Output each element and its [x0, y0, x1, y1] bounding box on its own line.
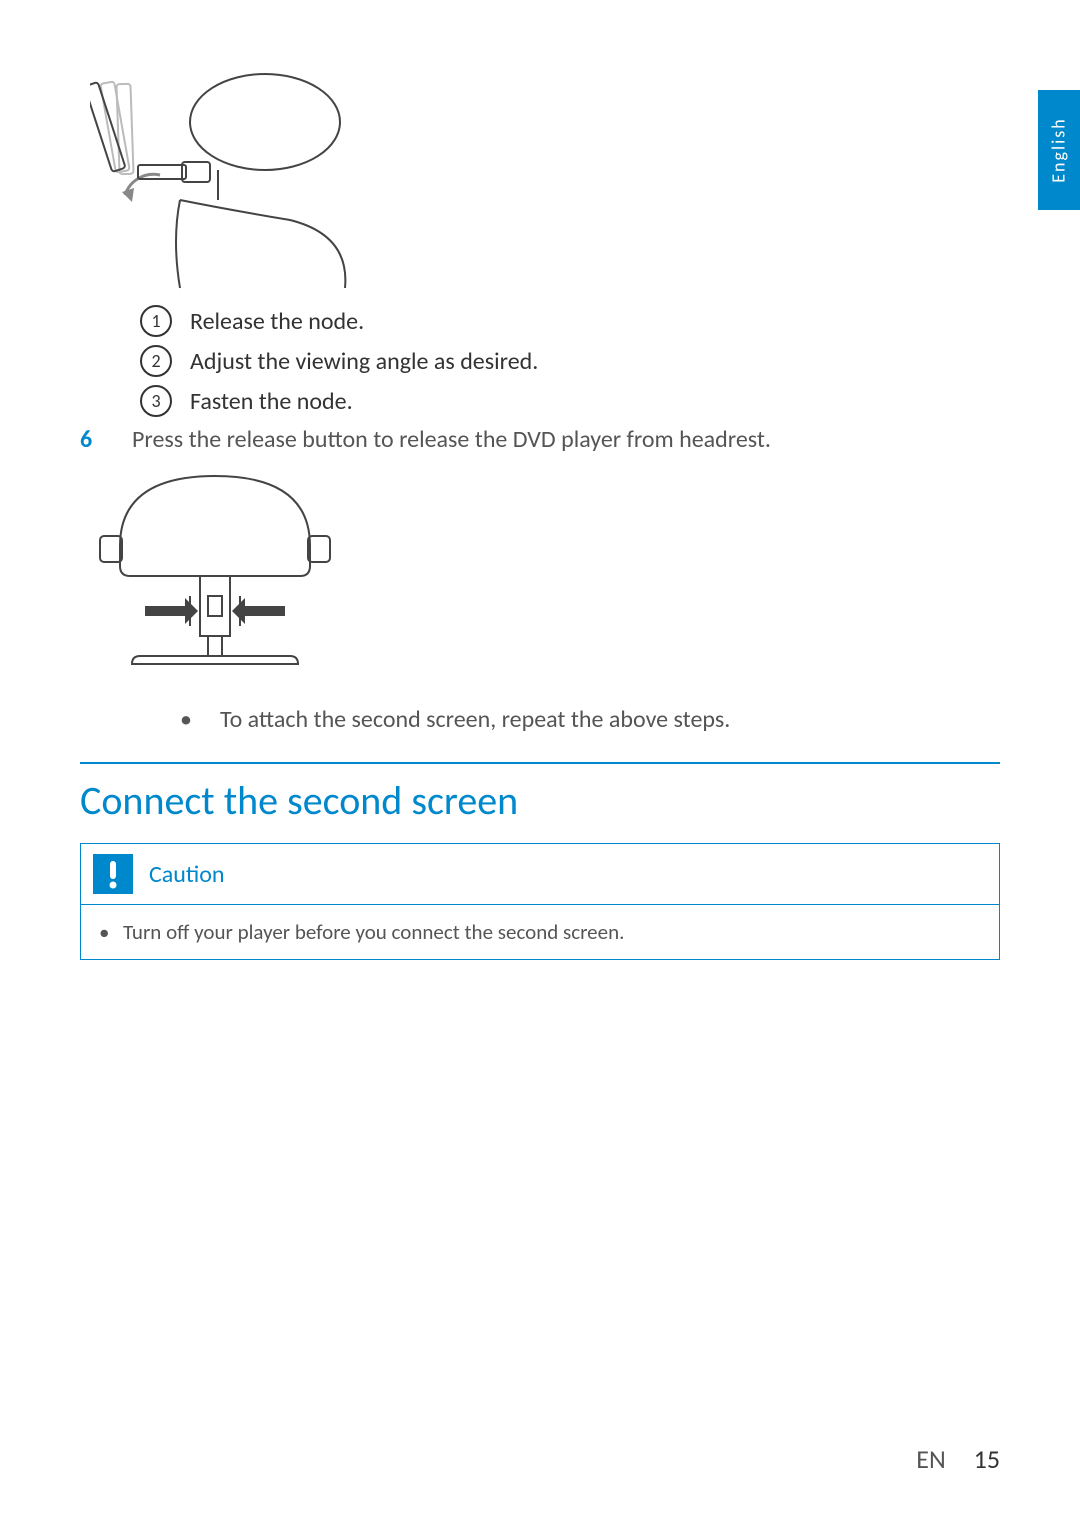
section-heading: Connect the second screen [80, 776, 1000, 825]
sub-step: 3 Fasten the node. [140, 385, 1000, 417]
sub-step: 1 Release the node. [140, 305, 1000, 337]
headrest-release-illustration [90, 466, 1000, 691]
caution-header: Caution [81, 844, 999, 905]
circled-number-icon: 1 [140, 305, 172, 337]
caution-body: • Turn off your player before you connec… [81, 905, 999, 959]
sub-step-text: Release the node. [190, 307, 364, 336]
caution-text: Turn off your player before you connect … [123, 919, 624, 945]
circled-number-icon: 3 [140, 385, 172, 417]
page-footer: EN 15 [916, 1443, 1000, 1475]
footer-language: EN [916, 1443, 945, 1475]
bullet-text: To attach the second screen, repeat the … [220, 705, 730, 734]
language-label: English [1048, 117, 1070, 182]
circled-number-icon: 2 [140, 345, 172, 377]
section-divider [80, 762, 1000, 764]
caution-box: Caution • Turn off your player before yo… [80, 843, 1000, 960]
main-step: 6 Press the release button to release th… [80, 425, 1000, 454]
bullet-icon: • [99, 919, 123, 945]
headrest-adjust-illustration [90, 70, 1000, 295]
sub-step: 2 Adjust the viewing angle as desired. [140, 345, 1000, 377]
bullet-icon: • [180, 705, 220, 734]
footer-page-number: 15 [974, 1443, 1000, 1475]
sub-step-list: 1 Release the node. 2 Adjust the viewing… [140, 305, 1000, 417]
step-text: Press the release button to release the … [132, 425, 771, 454]
step-number: 6 [80, 425, 132, 454]
manual-page: English [0, 0, 1080, 1525]
language-tab: English [1038, 90, 1080, 210]
bullet-note: • To attach the second screen, repeat th… [180, 705, 1000, 734]
caution-title: Caution [149, 860, 225, 889]
sub-step-text: Adjust the viewing angle as desired. [190, 347, 538, 376]
sub-step-text: Fasten the node. [190, 387, 353, 416]
caution-icon [93, 854, 133, 894]
